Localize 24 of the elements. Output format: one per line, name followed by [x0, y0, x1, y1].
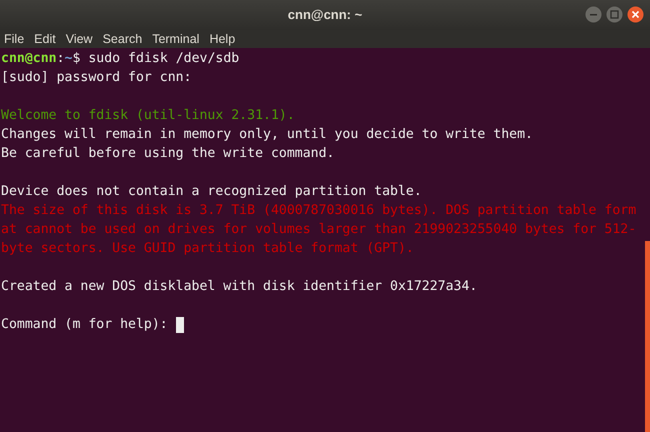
minimize-icon[interactable]: [585, 6, 602, 23]
output-line: Created a new DOS disklabel with disk identifier 0x17227a34.: [1, 279, 478, 294]
window-title: cnn@cnn: ~: [288, 6, 362, 24]
output-line: Be careful before using the write command.: [1, 146, 334, 161]
menu-item[interactable]: View: [66, 30, 93, 48]
output-line: Welcome to fdisk (util-linux 2.31.1).: [1, 108, 295, 123]
menu-item[interactable]: Terminal: [152, 30, 200, 48]
menu-item[interactable]: Search: [102, 30, 142, 48]
error-line: at cannot be used on drives for volumes larger than 2199023255040 bytes for 512-: [1, 222, 636, 237]
prompt-user: cnn@cnn: [1, 51, 57, 66]
close-icon[interactable]: [627, 6, 644, 23]
prompt-separator: :: [56, 51, 65, 66]
output-line: Device does not contain a recognized partition table.: [1, 184, 422, 199]
command-text: $ sudo fdisk /dev/sdb: [72, 51, 240, 66]
scrollbar[interactable]: [645, 241, 650, 432]
menu-item[interactable]: Help: [209, 30, 236, 48]
menu-item[interactable]: Edit: [34, 30, 56, 48]
menu-item[interactable]: File: [4, 30, 24, 48]
output-line: Changes will remain in memory only, until you decide to write them.: [1, 127, 533, 142]
prompt-text: Command (m for help):: [1, 316, 168, 334]
prompt-path: ~: [64, 51, 72, 66]
error-line: byte sectors. Use GUID partition table format (GPT).: [1, 241, 414, 256]
error-line: The size of this disk is 3.7 TiB (4000787030016 bytes). DOS partition table form: [1, 203, 636, 218]
output-line: [sudo] password for cnn:: [1, 70, 192, 85]
